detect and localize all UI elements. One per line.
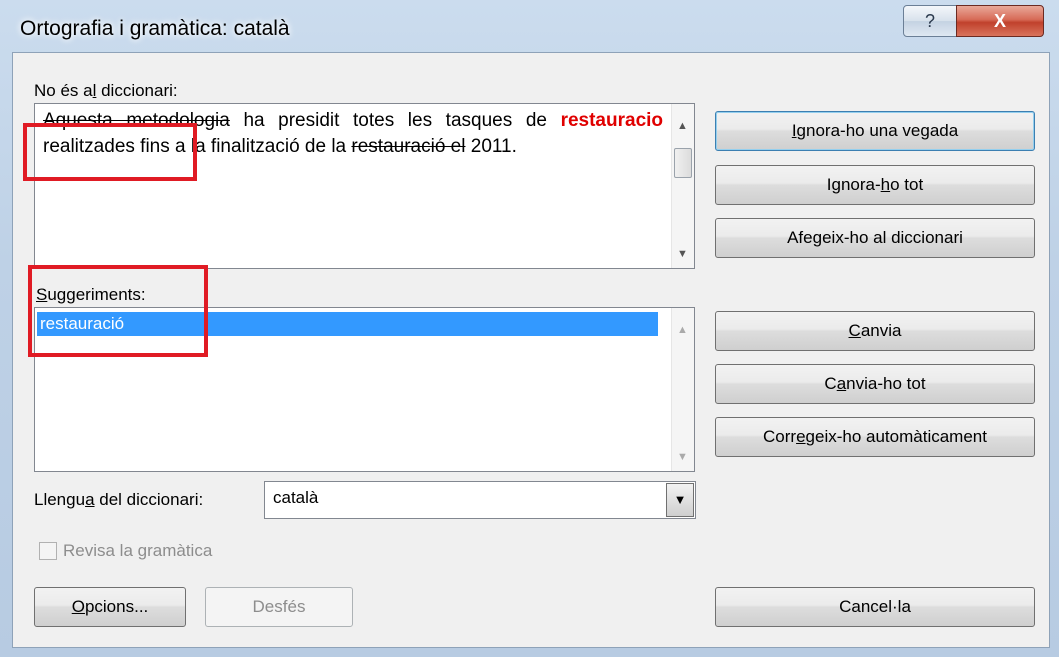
dictionary-language-label: Llengua del diccionari: — [34, 490, 204, 509]
change-button[interactable]: Canvia — [715, 311, 1035, 351]
cancel-button[interactable]: Cancel·la — [715, 587, 1035, 627]
suggestions-scroll-up-icon[interactable]: ▲ — [677, 324, 688, 336]
dialog-body: No és al diccionari: Aquesta metodologia… — [12, 52, 1050, 648]
add-to-dictionary-button[interactable]: Afegeix-ho al diccionari — [715, 218, 1035, 258]
dictionary-language-select[interactable]: català ▼ — [264, 481, 696, 519]
undo-button[interactable]: Desfés — [205, 587, 353, 627]
close-button[interactable]: X — [956, 5, 1044, 37]
highlight-box-error-word — [23, 123, 197, 181]
suggestions-scroll-down-icon[interactable]: ▼ — [677, 451, 688, 463]
scroll-up-icon[interactable]: ▲ — [677, 120, 688, 132]
highlight-box-suggestions — [28, 265, 208, 357]
misspelled-word: restauracio — [560, 110, 664, 131]
ignore-once-button[interactable]: Ignora-ho una vegada — [715, 111, 1035, 151]
not-in-dictionary-label: No és al diccionari: — [34, 81, 178, 100]
options-button[interactable]: Opcions... — [34, 587, 186, 627]
scroll-down-icon[interactable]: ▼ — [677, 248, 688, 260]
autocorrect-button[interactable]: Corregeix-ho automàticament — [715, 417, 1035, 457]
grammar-checkbox[interactable] — [39, 542, 57, 560]
dictionary-language-value: català — [273, 488, 319, 507]
suggestions-scrollbar[interactable]: ▲ ▼ — [671, 308, 694, 471]
context-scrollbar[interactable]: ▲ ▼ — [671, 104, 694, 268]
ignore-all-button[interactable]: Ignora-ho tot — [715, 165, 1035, 205]
title-bar[interactable]: Ortografia i gramàtica: català ? X — [0, 0, 1059, 52]
window-title: Ortografia i gramàtica: català — [20, 17, 290, 40]
scroll-thumb[interactable] — [674, 148, 692, 178]
help-button[interactable]: ? — [903, 5, 957, 37]
dialog-window: Ortografia i gramàtica: català ? X No és… — [0, 0, 1059, 657]
dropdown-arrow-icon[interactable]: ▼ — [666, 483, 694, 517]
grammar-checkbox-label: Revisa la gramàtica — [63, 541, 213, 560]
change-all-button[interactable]: Canvia-ho tot — [715, 364, 1035, 404]
